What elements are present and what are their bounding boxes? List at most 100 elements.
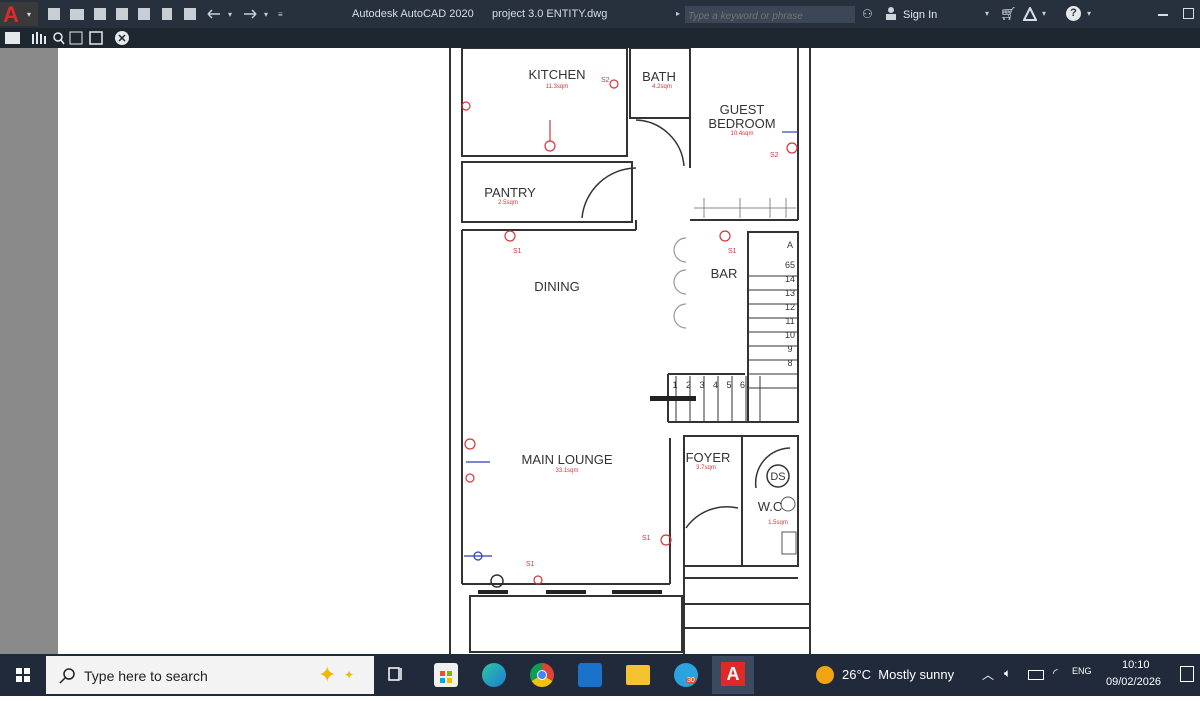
telegram-badge: 30 — [686, 677, 696, 684]
help-dropdown-icon[interactable]: ▾ — [1087, 9, 1091, 18]
restore-icon[interactable] — [1183, 8, 1194, 19]
save-as-icon — [116, 8, 128, 20]
nav-tools — [5, 31, 129, 45]
battery-icon[interactable] — [1028, 670, 1044, 680]
search-box[interactable] — [685, 6, 855, 25]
language-icon[interactable]: ENG — [1072, 666, 1092, 676]
stair-number: 6 — [740, 380, 745, 390]
switch-label: S2 — [601, 77, 610, 84]
quick-access-toolbar: ▾ ▾ ≡ — [46, 0, 296, 28]
title-bar: A ▾ ▾ ▾ ≡ Autodesk AutoCAD 2020 project … — [0, 0, 1200, 28]
weather-text[interactable]: 26°C Mostly sunny — [842, 667, 954, 682]
stair-number: 9 — [787, 344, 792, 354]
sparkle-icon: ✦ — [318, 662, 337, 687]
switch-label: S1 — [526, 561, 535, 568]
wc-label: W.C — [758, 499, 783, 514]
bar-label: BAR — [711, 266, 738, 281]
drawing-canvas[interactable]: KITCHEN BATH GUEST BEDROOM PANTRY DINING… — [0, 48, 1200, 654]
foyer-area: 3.7sqm — [696, 465, 716, 471]
binoculars-icon[interactable]: ⚇ — [862, 7, 873, 21]
file-explorer-icon[interactable] — [626, 665, 650, 685]
sign-in-dropdown-icon[interactable]: ▾ — [985, 9, 989, 18]
tray-chevron-icon[interactable]: ︿ — [982, 666, 994, 683]
autocad-taskbar-icon[interactable]: A — [712, 656, 754, 694]
pantry-area: 2.5sqm — [498, 200, 518, 206]
stair-number: 4 — [713, 380, 718, 390]
floor-plan: KITCHEN BATH GUEST BEDROOM PANTRY DINING… — [449, 48, 811, 654]
clock-time[interactable]: 10:10 — [1122, 659, 1150, 671]
bath-area: 4.2sqm — [652, 84, 672, 90]
task-view-icon[interactable] — [386, 665, 404, 683]
search-icon — [59, 668, 75, 684]
search-input[interactable] — [685, 8, 855, 25]
network-icon[interactable]: ◜ — [1053, 666, 1058, 680]
autocad-logo-icon: A — [3, 2, 19, 27]
stair-number: 12 — [785, 302, 795, 312]
stair-number: 5 — [726, 380, 731, 390]
stair-number: A — [787, 240, 793, 250]
foyer-label: FOYER — [686, 450, 731, 465]
main-lounge-area: 33.1sqm — [555, 468, 578, 474]
print-icon — [5, 32, 20, 44]
stair-number: 65 — [785, 260, 795, 270]
sign-in-link[interactable]: Sign In — [903, 9, 937, 21]
pan-icon — [32, 32, 46, 44]
app-menu-button[interactable]: A ▾ — [0, 2, 38, 27]
clock-date[interactable]: 09/02/2026 — [1106, 676, 1161, 688]
wc-area: 1.5sqm — [768, 520, 788, 526]
taskbar-search-box[interactable]: Type here to search ✦ ✦ — [46, 656, 374, 694]
share-icon — [162, 8, 172, 20]
chrome-icon[interactable] — [530, 663, 554, 687]
file-name: project 3.0 ENTITY.dwg — [492, 8, 608, 20]
cart-icon[interactable]: 🛒︎ — [1000, 6, 1017, 22]
notifications-icon[interactable] — [1180, 666, 1194, 682]
user-icon — [885, 6, 897, 20]
telegram-icon[interactable]: 30 — [674, 663, 698, 687]
redo-icon — [244, 9, 257, 19]
stair-number: 2 — [686, 380, 691, 390]
switch-label: S2 — [770, 152, 779, 159]
outlook-icon[interactable] — [578, 663, 602, 687]
stair-number: 1 — [672, 380, 677, 390]
save-icon — [94, 8, 106, 20]
stair-number: 10 — [785, 330, 795, 340]
undo-icon — [207, 9, 220, 19]
stair-number: 3 — [699, 380, 704, 390]
svg-text:▾: ▾ — [228, 10, 232, 19]
app-title: Autodesk AutoCAD 2020 — [352, 8, 474, 20]
zoom-window-icon — [69, 31, 83, 45]
switch-label: S1 — [513, 248, 522, 255]
help-icon[interactable]: ? — [1066, 6, 1081, 21]
main-lounge-label: MAIN LOUNGE — [521, 452, 612, 467]
weather-icon — [816, 666, 834, 684]
stair-number: 13 — [785, 288, 795, 298]
guest-bedroom-area: 10.4sqm — [730, 131, 753, 137]
zoom-icon — [53, 32, 63, 42]
bedroom-label: BEDROOM — [708, 116, 775, 131]
quick-access-icons: ▾ ▾ ≡ — [48, 8, 283, 20]
apps-dropdown-icon[interactable]: ▾ — [1042, 9, 1046, 18]
pantry-label: PANTRY — [484, 185, 536, 200]
navigation-toolbar — [0, 28, 1200, 48]
dining-label: DINING — [534, 279, 580, 294]
store-icon[interactable] — [434, 663, 458, 687]
taskbar: Type here to search ✦ ✦ 30 A 26°C Mostly… — [0, 654, 1200, 696]
bath-label: BATH — [642, 69, 676, 84]
stair-number: 8 — [787, 358, 792, 368]
new-file-icon — [48, 8, 60, 20]
edge-icon[interactable] — [482, 663, 506, 687]
sparkle-small-icon: ✦ — [344, 668, 355, 682]
kitchen-label: KITCHEN — [528, 67, 585, 82]
start-button[interactable] — [0, 654, 46, 696]
taskbar-search-placeholder: Type here to search — [84, 668, 208, 684]
autodesk-apps-icon[interactable] — [1022, 5, 1038, 21]
minimize-icon[interactable] — [1158, 14, 1168, 16]
switch-label: S1 — [642, 535, 651, 542]
chevron-down-icon: ▾ — [27, 10, 32, 19]
guest-label: GUEST — [720, 102, 765, 117]
ds-label: DS — [770, 471, 785, 483]
windows-icon — [16, 668, 30, 682]
plot-icon — [184, 8, 196, 20]
kitchen-area: 11.3sqm — [546, 84, 569, 90]
volume-icon[interactable]: 🔈︎ — [1004, 666, 1011, 681]
